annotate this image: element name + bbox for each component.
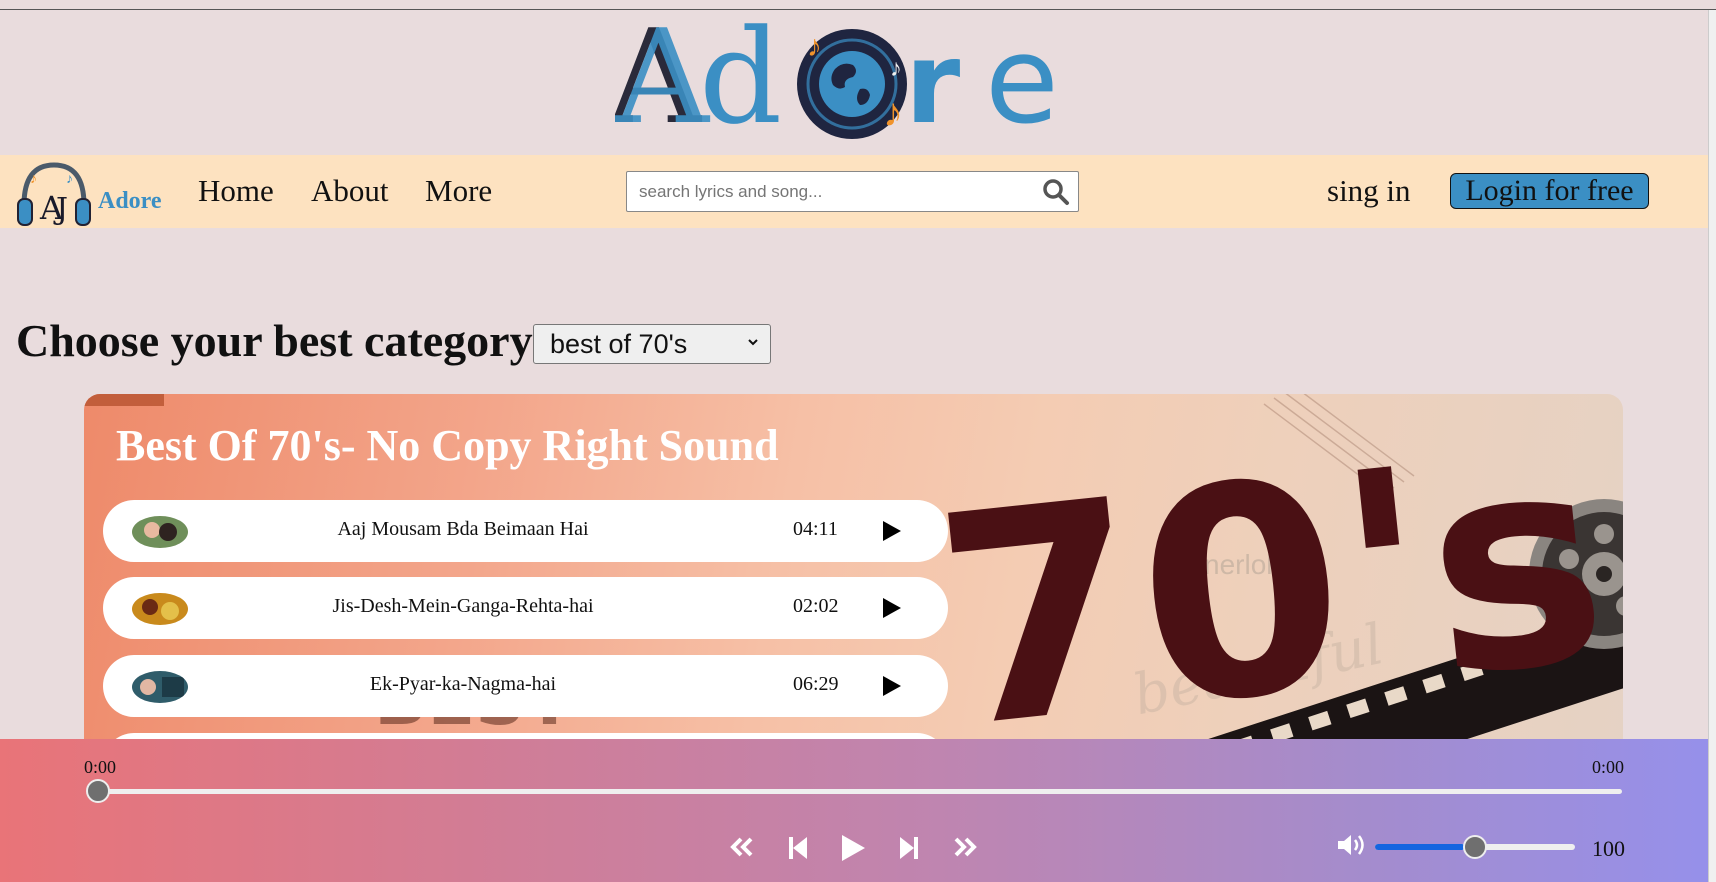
category-select-value: best of 70's bbox=[550, 329, 688, 359]
svg-text:J: J bbox=[53, 192, 68, 227]
svg-text:d: d bbox=[699, 14, 782, 144]
category-select[interactable]: best of 70's bbox=[533, 324, 771, 364]
banner-70s-art: 70's bbox=[944, 394, 1619, 794]
nav-link-home[interactable]: Home bbox=[198, 173, 274, 209]
svg-text:♪: ♪ bbox=[30, 172, 37, 187]
rewind-icon[interactable] bbox=[729, 836, 755, 858]
next-track-icon[interactable] bbox=[898, 835, 920, 861]
song-row[interactable]: Ek-Pyar-ka-Nagma-hai 06:29 bbox=[103, 655, 948, 717]
signin-link[interactable]: sing in bbox=[1327, 173, 1411, 209]
svg-text:♪: ♪ bbox=[890, 56, 902, 82]
play-icon[interactable] bbox=[879, 674, 903, 698]
song-row[interactable]: Aaj Mousam Bda Beimaan Hai 04:11 bbox=[103, 500, 948, 562]
music-player: 0:00 0:00 100 bbox=[0, 739, 1708, 882]
nav-link-more[interactable]: More bbox=[425, 173, 492, 209]
playlist-panel: nerlolte beautiful BEST 70's Best Of 70'… bbox=[84, 394, 1623, 794]
brand-logo-art: A A d ♪ ♪ ♪ r e bbox=[606, 1, 1059, 153]
volume-value: 100 bbox=[1592, 836, 1625, 861]
song-duration: 04:11 bbox=[793, 518, 838, 540]
song-title: Ek-Pyar-ka-Nagma-hai bbox=[369, 673, 557, 695]
previous-track-icon[interactable] bbox=[787, 835, 809, 861]
song-row[interactable]: Jis-Desh-Mein-Ganga-Rehta-hai 02:02 bbox=[103, 577, 948, 639]
nav-logo-text[interactable]: Adore bbox=[98, 188, 162, 215]
banner-70s-text: 70's bbox=[944, 394, 1619, 794]
volume-thumb[interactable] bbox=[1463, 835, 1487, 859]
svg-text:♪: ♪ bbox=[883, 90, 903, 135]
window-top-edge bbox=[0, 0, 1716, 10]
nav-link-about[interactable]: About bbox=[311, 173, 389, 209]
search-box bbox=[626, 171, 1079, 212]
progress-slider[interactable] bbox=[98, 789, 1622, 794]
song-thumbnail bbox=[132, 516, 188, 548]
play-icon[interactable] bbox=[879, 519, 903, 543]
svg-text:♪: ♪ bbox=[807, 30, 822, 63]
svg-text:A: A bbox=[615, 14, 711, 144]
playlist-title: Best Of 70's- No Copy Right Sound bbox=[116, 421, 779, 470]
play-icon[interactable] bbox=[879, 596, 903, 620]
search-input[interactable] bbox=[633, 176, 1033, 208]
headphones-logo-icon[interactable]: A J ♪ ♪ bbox=[16, 161, 92, 227]
page-scrollbar[interactable] bbox=[1708, 10, 1716, 882]
chevron-down-icon bbox=[748, 339, 758, 346]
volume-icon[interactable] bbox=[1336, 832, 1366, 858]
total-time: 0:00 bbox=[1592, 757, 1625, 777]
category-heading: Choose your best category bbox=[16, 315, 533, 366]
song-duration: 06:29 bbox=[793, 673, 839, 695]
progress-thumb[interactable] bbox=[86, 779, 110, 803]
song-thumbnail bbox=[132, 671, 188, 703]
play-pause-icon[interactable] bbox=[839, 833, 867, 863]
song-title: Jis-Desh-Mein-Ganga-Rehta-hai bbox=[332, 595, 594, 617]
song-title: Aaj Mousam Bda Beimaan Hai bbox=[337, 518, 589, 540]
svg-text:r: r bbox=[905, 19, 960, 144]
brand-logo: A A d ♪ ♪ ♪ r e bbox=[606, 1, 1095, 153]
login-button[interactable]: Login for free bbox=[1450, 173, 1649, 209]
svg-text:♪: ♪ bbox=[66, 172, 73, 187]
svg-text:e: e bbox=[985, 14, 1059, 144]
song-thumbnail bbox=[132, 593, 188, 625]
fast-forward-icon[interactable] bbox=[952, 836, 978, 858]
volume-fill bbox=[1375, 844, 1465, 850]
navbar: A J ♪ ♪ Adore Home About More sing in Lo… bbox=[0, 155, 1708, 228]
search-icon[interactable] bbox=[1042, 178, 1070, 206]
song-duration: 02:02 bbox=[793, 595, 839, 617]
current-time: 0:00 bbox=[84, 757, 117, 777]
